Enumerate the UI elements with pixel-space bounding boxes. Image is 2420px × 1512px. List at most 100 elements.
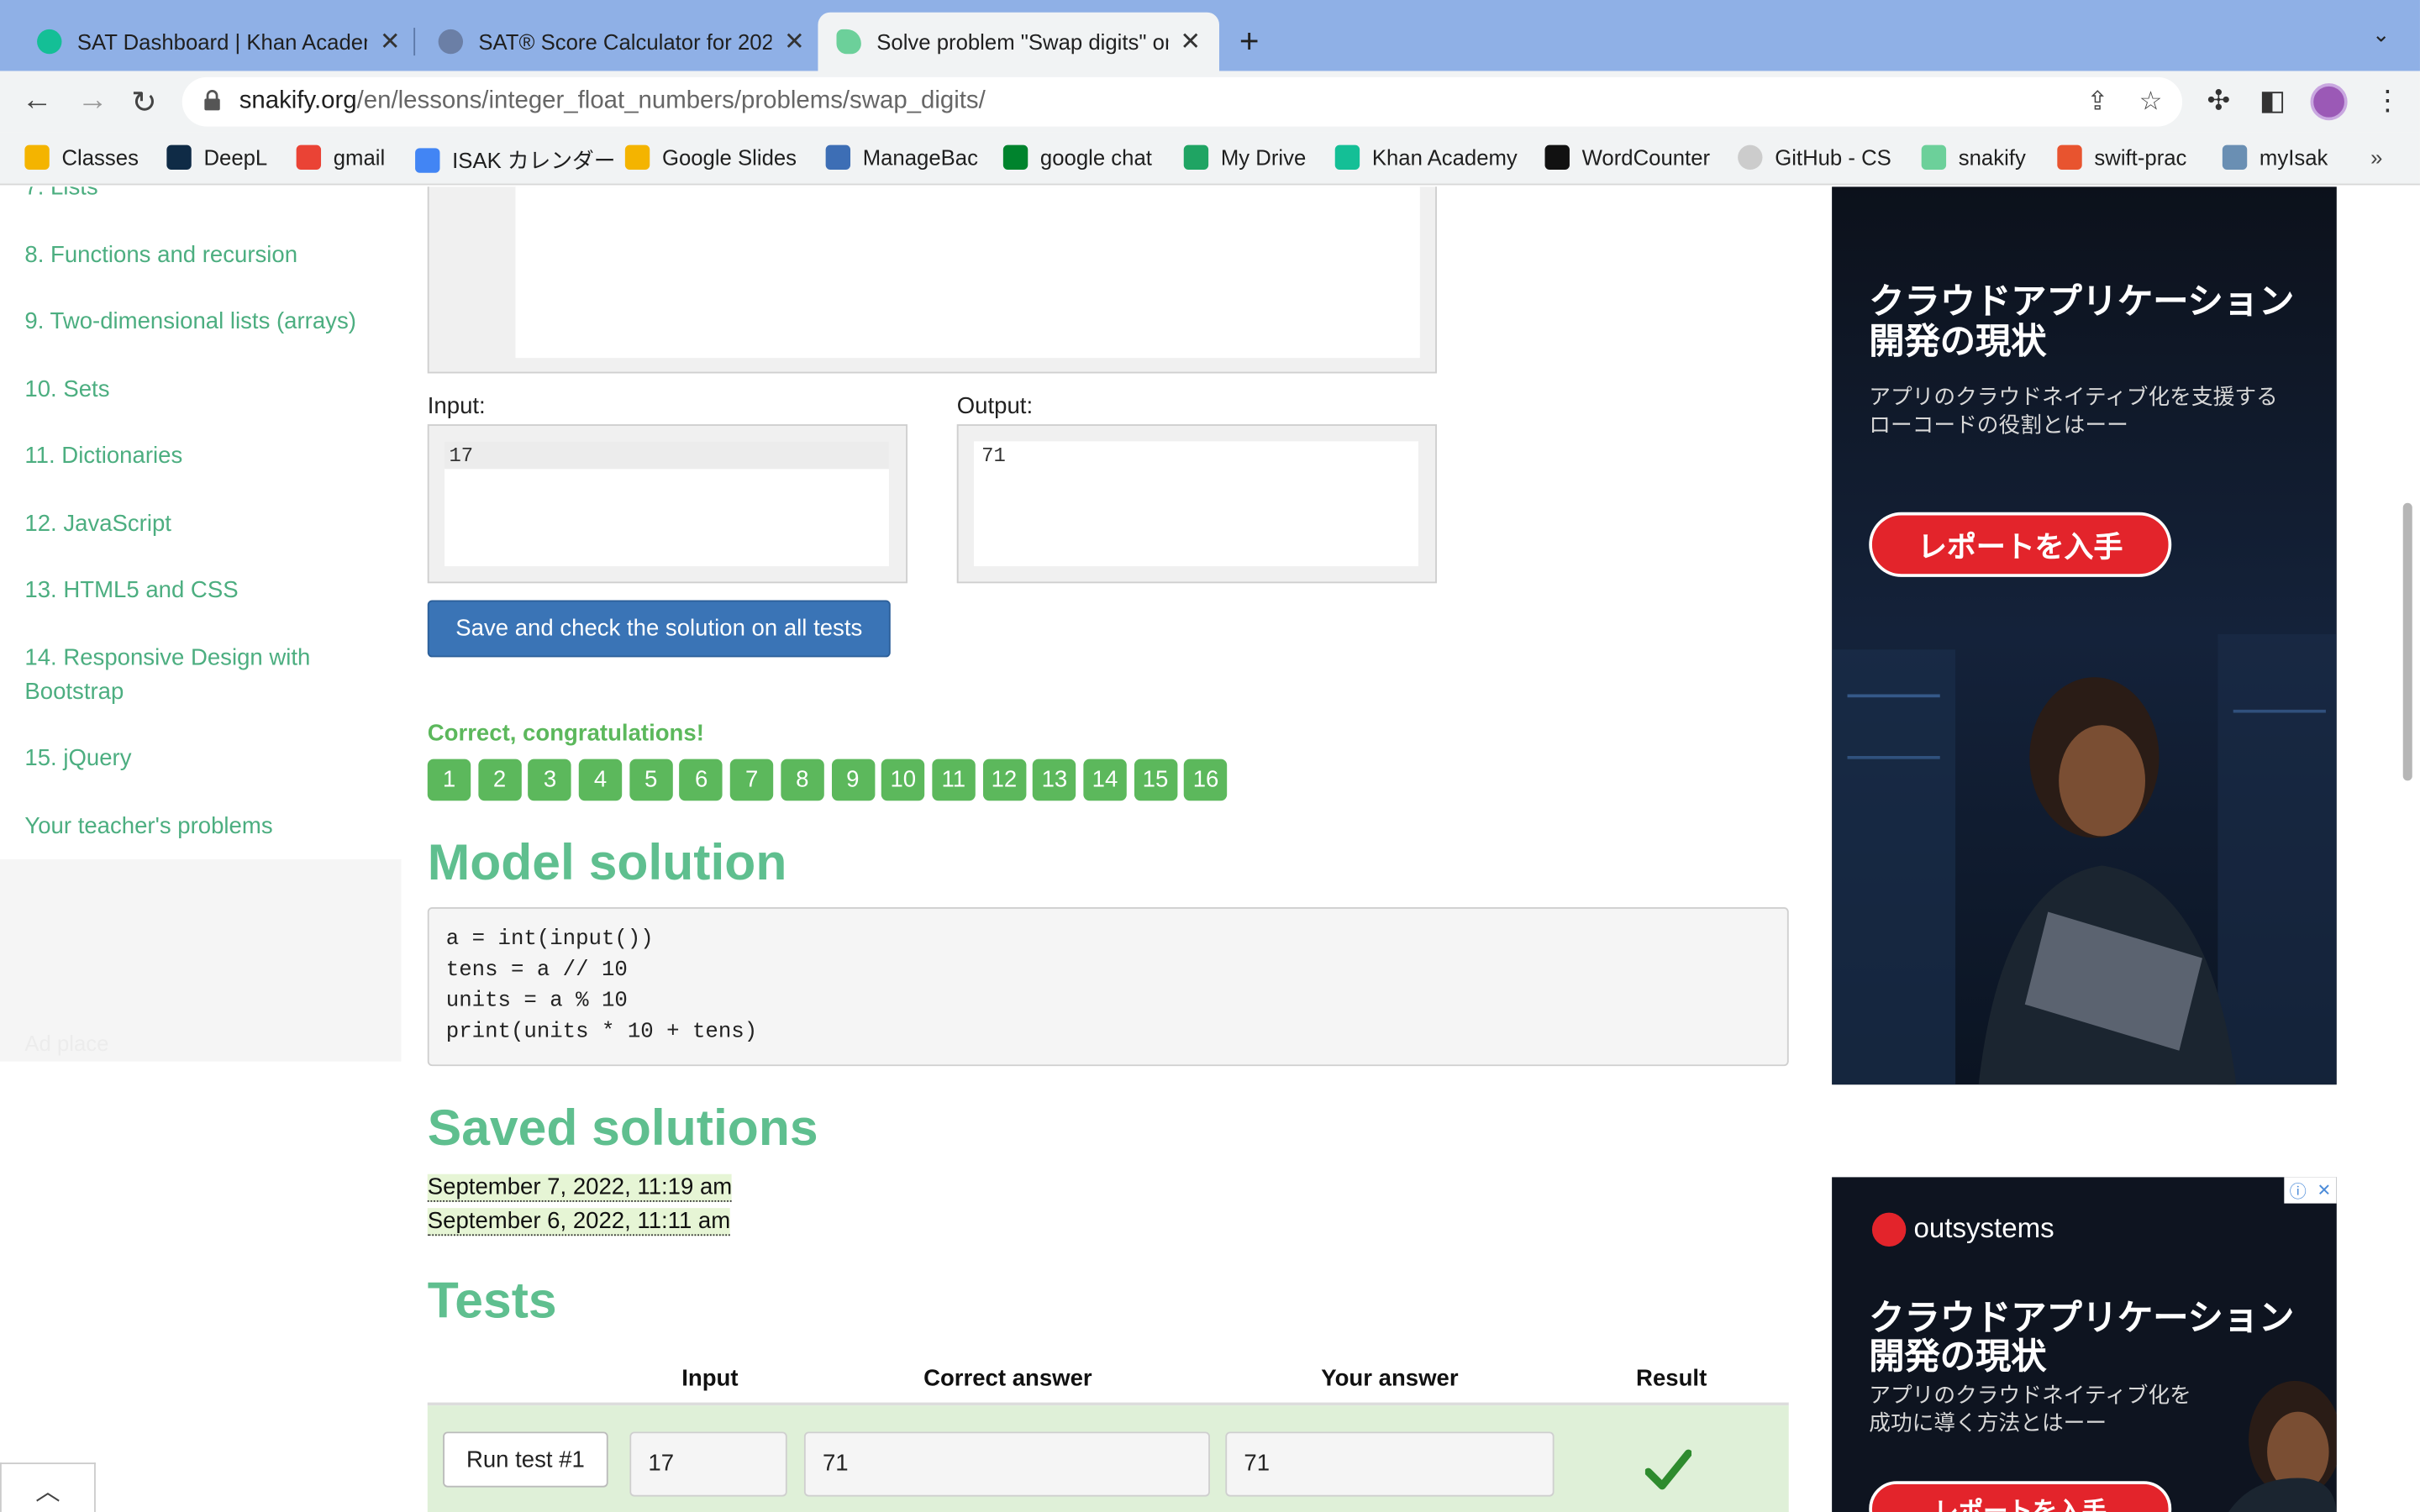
input-field[interactable] xyxy=(444,441,889,567)
bookmark-swift-prac[interactable]: swift-prac xyxy=(2057,144,2187,171)
tab-sat-calculator[interactable]: SAT® Score Calculator for 2022 ✕ xyxy=(420,13,823,71)
bookmark-github-cs[interactable]: GitHub - CS xyxy=(1738,144,1891,171)
ad-place-label: Ad place xyxy=(24,1030,109,1056)
sidebar-item-lists[interactable]: 7. Lists xyxy=(24,186,97,205)
test-badge[interactable]: 8 xyxy=(781,759,824,801)
bookmark-deepl[interactable]: DeepL xyxy=(166,144,267,171)
bookmark-myisak[interactable]: myIsak xyxy=(2222,144,2328,171)
test-badge[interactable]: 15 xyxy=(1134,759,1177,801)
address-bar[interactable]: snakify.org/en/lessons/integer_float_num… xyxy=(182,76,2183,127)
tab-search-icon[interactable]: ⌄ xyxy=(2372,22,2391,48)
sidebar-item-bootstrap[interactable]: 14. Responsive Design with Bootstrap xyxy=(24,642,364,710)
sidebar-item-2d-lists[interactable]: 9. Two-dimensional lists (arrays) xyxy=(24,306,356,339)
bookmark-label: GitHub - CS xyxy=(1775,144,1891,171)
run-test-button[interactable]: Run test #1 xyxy=(443,1431,608,1488)
test-badge[interactable]: 12 xyxy=(982,759,1026,801)
tab-sat-dashboard[interactable]: SAT Dashboard | Khan Academy ✕ xyxy=(18,13,418,71)
tab-title: SAT® Score Calculator for 2022 xyxy=(478,29,772,55)
test-badge[interactable]: 6 xyxy=(679,759,723,801)
lock-icon xyxy=(204,90,220,111)
saved-solution-link[interactable]: September 7, 2022, 11:19 am xyxy=(427,1173,733,1202)
column-header-yours: Your answer xyxy=(1321,1365,1459,1392)
ad-close-icon[interactable]: ✕ xyxy=(2317,1180,2331,1200)
code-line: units = a % 10 xyxy=(445,989,628,1014)
saved-solution-link[interactable]: September 6, 2022, 11:11 am xyxy=(427,1208,731,1236)
column-header-result: Result xyxy=(1636,1365,1707,1392)
more-menu-icon[interactable]: ⋮ xyxy=(2374,85,2402,118)
bookmark-snakify[interactable]: snakify xyxy=(1921,144,2026,171)
test-badge[interactable]: 13 xyxy=(1033,759,1076,801)
test-badge[interactable]: 4 xyxy=(578,759,623,801)
ad-headline: 開発の現状 xyxy=(1869,321,2047,361)
profile-avatar[interactable] xyxy=(2310,83,2348,121)
calendar-icon xyxy=(415,148,440,173)
close-tab-icon[interactable]: ✕ xyxy=(1180,26,1201,57)
column-header-correct: Correct answer xyxy=(923,1365,1092,1392)
back-icon[interactable]: ← xyxy=(22,83,53,118)
page-scrollbar-thumb[interactable] xyxy=(2402,502,2412,781)
advertisement-banner-outsystems[interactable]: ⓘ ✕ outsystems クラウドアプリケーション 開発の現状 アプリのクラ… xyxy=(1832,1177,2337,1512)
lessons-sidebar: 7. Lists 8. Functions and recursion 9. T… xyxy=(0,186,402,1062)
bookmark-my-drive[interactable]: My Drive xyxy=(1183,144,1307,171)
save-and-check-button[interactable]: Save and check the solution on all tests xyxy=(427,600,891,658)
ad-controls: ⓘ ✕ xyxy=(2284,1177,2337,1204)
test-badge[interactable]: 7 xyxy=(729,759,774,801)
bookmark-label: myIsak xyxy=(2259,144,2328,171)
test-badge[interactable]: 16 xyxy=(1184,759,1228,801)
test-yours-cell: 71 xyxy=(1225,1431,1555,1497)
sidebar-item-dictionaries[interactable]: 11. Dictionaries xyxy=(24,439,182,473)
ad-cta-button[interactable]: レポートを入手 xyxy=(1869,1481,2172,1512)
sidebar-item-html-css[interactable]: 13. HTML5 and CSS xyxy=(24,574,238,607)
code-line: tens = a // 10 xyxy=(445,958,628,983)
test-badge[interactable]: 9 xyxy=(831,759,875,801)
advertisement-banner[interactable]: クラウドアプリケーション 開発の現状 アプリのクラウドネイティブ化を支援する ロ… xyxy=(1832,186,2337,1085)
sidebar-item-javascript[interactable]: 12. JavaScript xyxy=(24,507,171,541)
more-bookmarks-icon[interactable]: » xyxy=(2370,145,2382,170)
close-tab-icon[interactable]: ✕ xyxy=(380,26,401,57)
reload-icon[interactable]: ↻ xyxy=(131,83,157,122)
test-badge[interactable]: 1 xyxy=(427,759,471,801)
ad-subtext: ローコードの役割とはーー xyxy=(1869,412,2128,437)
close-tab-icon[interactable]: ✕ xyxy=(784,26,805,57)
test-badge[interactable]: 14 xyxy=(1083,759,1127,801)
deepl-icon xyxy=(166,144,192,171)
bookmark-isak-calendar[interactable]: ISAK カレンダー xyxy=(415,145,615,176)
test-badge[interactable]: 2 xyxy=(477,759,522,801)
sidebar-item-jquery[interactable]: 15. jQuery xyxy=(24,742,131,775)
model-solution-code: a = int(input()) tens = a // 10 units = … xyxy=(427,906,1789,1067)
side-panel-icon[interactable]: ◧ xyxy=(2260,85,2286,118)
bookmark-label: My Drive xyxy=(1220,144,1307,171)
bookmark-khan-academy[interactable]: Khan Academy xyxy=(1334,144,1518,171)
snakify-icon xyxy=(1921,144,1947,171)
test-badge[interactable]: 11 xyxy=(932,759,976,801)
ad-headline: クラウドアプリケーション xyxy=(1869,281,2295,322)
share-icon[interactable]: ⇪ xyxy=(2086,87,2108,118)
code-editor-area[interactable] xyxy=(515,186,1420,359)
checkmark-icon xyxy=(1644,1449,1692,1490)
swift-icon xyxy=(2057,144,2082,171)
column-header-input: Input xyxy=(681,1365,739,1392)
scroll-to-top-button[interactable]: ︿ xyxy=(0,1462,96,1512)
bookmark-google-slides[interactable]: Google Slides xyxy=(624,144,797,171)
ad-cta-button[interactable]: レポートを入手 xyxy=(1869,512,2172,577)
test-badge[interactable]: 3 xyxy=(528,759,572,801)
bookmark-label: WordCounter xyxy=(1581,144,1711,171)
star-icon[interactable]: ☆ xyxy=(2139,87,2163,118)
test-correct-cell: 71 xyxy=(803,1431,1210,1497)
ad-info-icon[interactable]: ⓘ xyxy=(2290,1178,2307,1202)
bookmark-gmail[interactable]: gmail xyxy=(296,144,385,171)
bookmark-managebac[interactable]: ManageBac xyxy=(825,144,978,171)
tab-swap-digits[interactable]: Solve problem "Swap digits" online ✕ xyxy=(818,12,1219,71)
bookmark-wordcounter[interactable]: WordCounter xyxy=(1544,144,1711,171)
bookmark-classes[interactable]: Classes xyxy=(24,144,139,171)
forward-icon[interactable]: → xyxy=(77,83,108,118)
new-tab-icon[interactable]: + xyxy=(1239,22,1260,62)
extensions-icon[interactable]: ✣ xyxy=(2207,85,2230,118)
sidebar-item-teacher-problems[interactable]: Your teacher's problems xyxy=(24,810,272,843)
sidebar-item-functions[interactable]: 8. Functions and recursion xyxy=(24,239,297,273)
test-badge[interactable]: 5 xyxy=(629,759,673,801)
test-badge[interactable]: 10 xyxy=(881,759,925,801)
sidebar-item-sets[interactable]: 10. Sets xyxy=(24,373,109,407)
bookmark-label: swift-prac xyxy=(2094,144,2187,171)
bookmark-google-chat[interactable]: google chat xyxy=(1002,144,1152,171)
